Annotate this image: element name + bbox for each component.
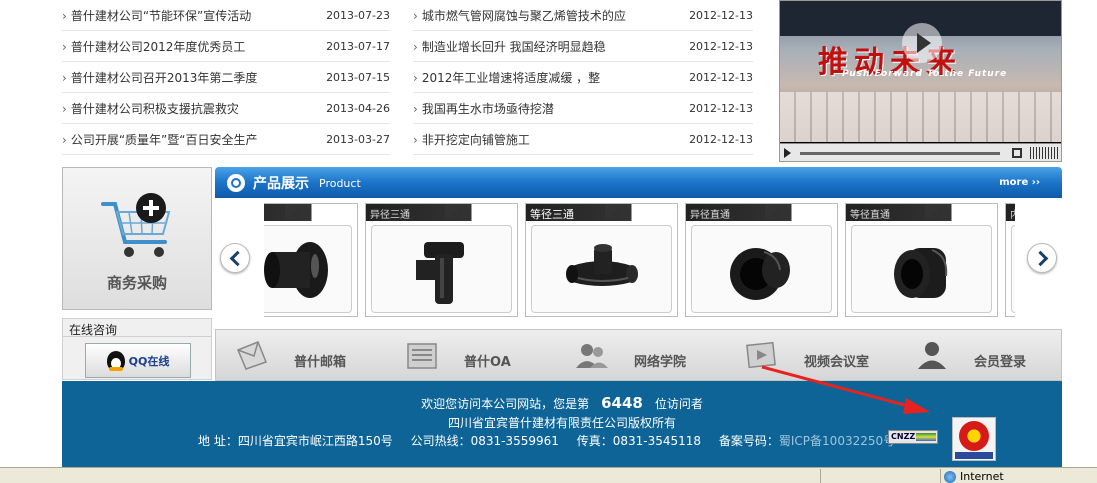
qq-online-button[interactable]: QQ在线 [85,343,191,378]
section-bullet-icon [227,174,245,192]
globe-icon [944,471,956,483]
carousel-next-button[interactable] [1027,243,1057,273]
cart-icon [101,193,171,257]
video-caption-en: Push Forward To the Future [842,69,1008,79]
pipe-fitting-image [264,242,328,298]
product-image [371,225,512,313]
product-tag: 等径直通 [846,204,997,221]
equal-tee-image [566,244,638,286]
emblem-circle [959,421,989,451]
online-consult-panel: 在线咨询 QQ在线 [62,318,212,380]
volume-icon[interactable] [1030,147,1058,159]
product-image [691,225,832,313]
product-card[interactable]: 等径直通 [845,203,998,317]
video-player[interactable]: 推动未来 Push Forward To the Future [779,0,1062,162]
product-tag: 等径三通 [526,204,677,221]
copyright-text: 四川省宜宾普什建材有限责任公司版权所有 [447,416,676,430]
product-tag: 异径直通 [686,204,837,221]
menu-item-member-login[interactable]: 会员登录 [896,330,1056,382]
news-item[interactable]: 制造业增长回升 我国经济明显趋稳2012-12-13 [413,31,753,62]
news-item[interactable]: 2012年工业增速将适度减缓 ，整2012-12-13 [413,62,753,93]
news-item[interactable]: 普什建材公司积极支援抗震救灾2013-04-26 [62,93,390,124]
product-card[interactable]: 等径三通 [525,203,678,317]
video-frame[interactable]: 推动未来 Push Forward To the Future [780,1,1061,142]
product-title: 产品展示 [253,176,309,192]
news-item[interactable]: 公司开展“质量年”暨“百日安全生产2013-03-27 [62,124,390,155]
online-consult-title: 在线咨询 [63,319,211,337]
user-icon [918,342,946,369]
product-tag: 内 [1006,204,1015,221]
business-purchase-label: 商务采购 [106,274,167,292]
icp-label: 备案号码： [718,434,779,448]
hotline-text: 公司热线：0831-3559961 [410,434,559,448]
news-item[interactable]: 普什建材公司“节能环保”宣传活动2013-07-23 [62,0,390,31]
browser-status-bar: Internet [0,467,1097,483]
server-icon [407,343,437,369]
contact-line: 地 址：四川省宜宾市岷江西路150号 公司热线：0831-3559961 传真：… [198,432,909,449]
product-card[interactable] [264,203,358,317]
product-card[interactable]: 异径三通 [365,203,518,317]
carousel-prev-button[interactable] [220,243,250,273]
video-icon [746,341,776,369]
qq-penguin-icon [106,350,125,371]
police-emblem-icon[interactable] [952,417,996,461]
cnzz-badge-icon[interactable]: CNZZ [888,430,938,444]
news-item[interactable]: 普什建材公司召开2013年第二季度2013-07-15 [62,62,390,93]
product-image [851,225,992,313]
visitor-counter: 欢迎您访问本公司网站，您是第 6448 位访问者 [421,394,703,412]
quick-links-bar: 普什邮箱 普什OA 网络学院 视频会议室 会员登录 [215,329,1062,381]
security-zone: Internet [944,470,1004,483]
product-more-link[interactable]: more ›› [999,177,1040,188]
menu-item-oa[interactable]: 普什OA [386,330,546,382]
users-icon [576,344,608,368]
video-controls [780,143,1061,161]
equal-coupling-image [894,248,948,298]
status-separator [820,469,821,483]
news-list-company: 普什建材公司“节能环保”宣传活动2013-07-23 普什建材公司2012年度优… [62,0,390,157]
fax-text: 传真：0831-3545118 [576,434,702,448]
product-image [264,225,352,313]
emblem-caption [955,452,993,459]
video-buildings [780,92,1061,142]
news-list-industry: 城市燃气管网腐蚀与聚乙烯管技术的应2012-12-13 制造业增长回升 我国经济… [413,0,753,157]
menu-item-label: 普什邮箱 [294,355,347,370]
menu-item-label: 网络学院 [634,355,687,370]
reducing-coupling-image [730,248,790,300]
seek-slider[interactable] [800,152,1000,155]
menu-item-label: 视频会议室 [804,355,870,370]
menu-item-academy[interactable]: 网络学院 [556,330,716,382]
status-separator [940,469,941,483]
site-footer: 欢迎您访问本公司网站，您是第 6448 位访问者 四川省宜宾普什建材有限责任公司版权… [62,381,1062,467]
news-item[interactable]: 我国再生水市场亟待挖潜2012-12-13 [413,93,753,124]
business-purchase-button[interactable]: 商务采购 [62,167,212,310]
visitor-count: 6448 [601,394,643,412]
reducing-tee-image [416,242,464,304]
product-section-header: 产品展示 Product more ›› [215,167,1062,198]
product-tag [264,204,357,221]
qq-online-label: QQ在线 [128,354,170,368]
product-card[interactable]: 内 [1005,203,1015,317]
news-item[interactable]: 普什建材公司2012年度优秀员工2013-07-17 [62,31,390,62]
mail-icon [237,341,267,370]
product-tag: 异径三通 [366,204,517,221]
news-item[interactable]: 城市燃气管网腐蚀与聚乙烯管技术的应2012-12-13 [413,0,753,31]
icp-link[interactable]: 蜀ICP备10032250号 [779,434,895,448]
product-carousel: 异径三通 等径三通 异径直通 等径直通 [264,203,1015,319]
product-card[interactable]: 异径直通 [685,203,838,317]
menu-item-label: 会员登录 [974,355,1027,370]
product-image [531,225,672,313]
product-image [1011,225,1015,313]
news-item[interactable]: 非开挖定向铺管施工2012-12-13 [413,124,753,155]
product-subtitle: Product [319,177,361,190]
menu-item-label: 普什OA [464,355,511,370]
play-icon[interactable] [784,148,791,158]
address-text: 地 址：四川省宜宾市岷江西路150号 [198,434,393,448]
menu-item-video-conference[interactable]: 视频会议室 [726,330,886,382]
play-overlay-icon[interactable] [902,23,942,63]
fullscreen-icon[interactable] [1012,148,1022,158]
menu-item-mail[interactable]: 普什邮箱 [216,330,376,382]
